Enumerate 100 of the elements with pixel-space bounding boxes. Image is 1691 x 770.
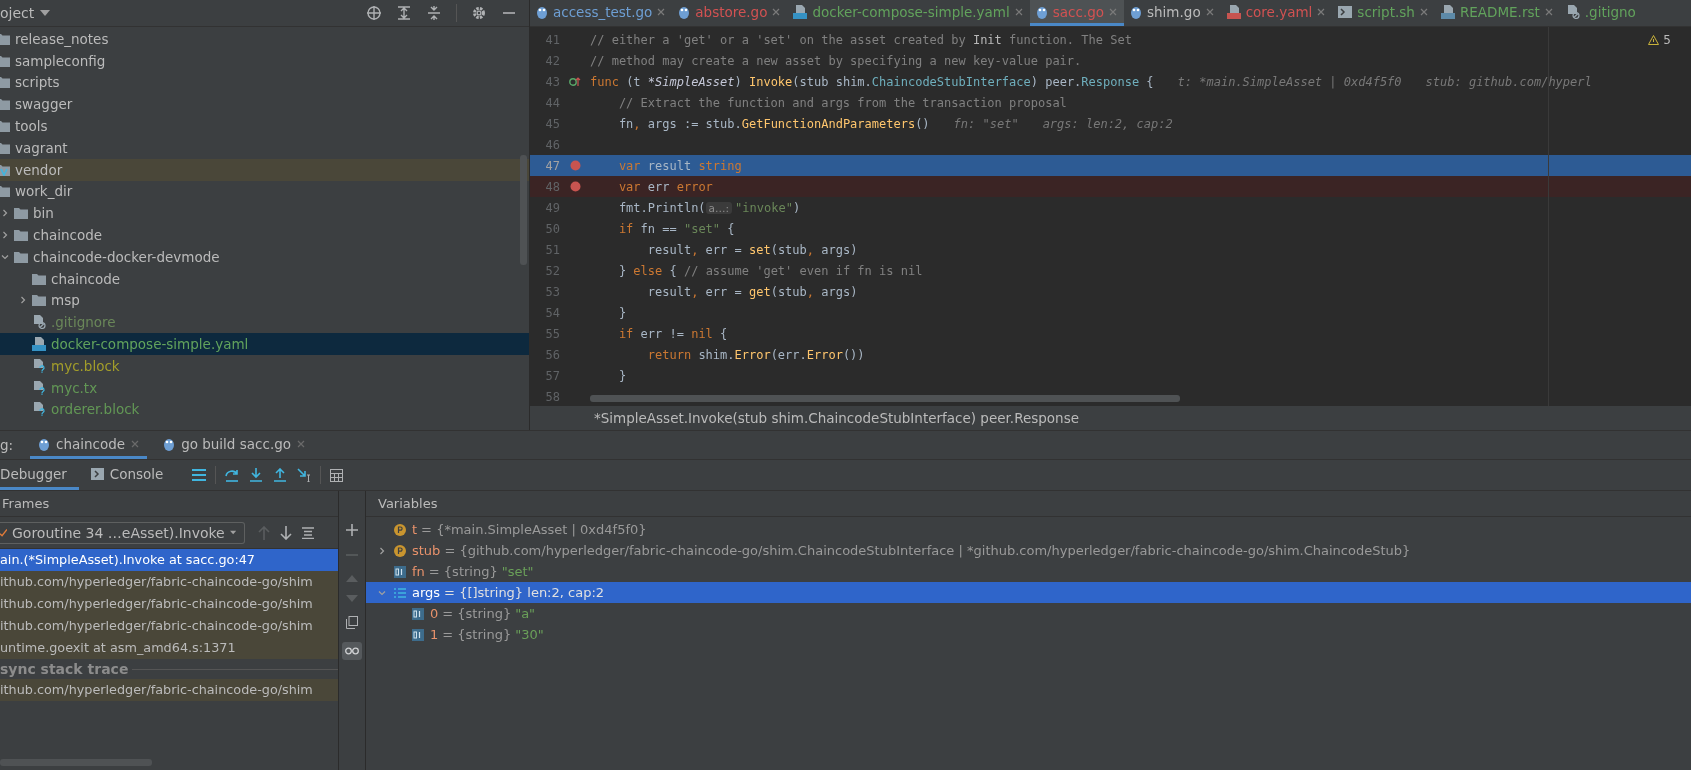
glasses-button[interactable] xyxy=(342,642,362,660)
gopher-icon xyxy=(1130,4,1143,19)
line-number: 53 xyxy=(544,284,560,299)
code-line: result, err = get(stub, args) xyxy=(646,284,858,299)
dropdown-caret-icon xyxy=(229,530,236,535)
close-icon[interactable] xyxy=(131,439,140,448)
code-line: var err error xyxy=(617,179,713,194)
tree-item[interactable]: msp xyxy=(51,292,80,309)
code-line: result, err = set(stub, args) xyxy=(646,242,858,257)
close-icon[interactable] xyxy=(1419,7,1428,16)
tree-item[interactable]: work_dir xyxy=(15,183,73,200)
folder-icon xyxy=(32,272,46,285)
step-into-icon[interactable] xyxy=(249,468,264,482)
code-line: // either a 'get' or a 'set' on the asset created by Init function. The Set xyxy=(590,32,1132,47)
tree-item[interactable]: chaincode xyxy=(51,270,121,287)
expand-all-icon[interactable] xyxy=(397,6,411,20)
session-tab[interactable]: go build sacc.go xyxy=(155,431,313,459)
chevron-down-icon[interactable] xyxy=(378,589,386,597)
tree-item[interactable]: scripts xyxy=(15,74,60,91)
settings-icon[interactable] xyxy=(472,6,486,20)
filter-icon[interactable] xyxy=(302,526,314,539)
close-icon[interactable] xyxy=(1109,7,1118,16)
close-icon[interactable] xyxy=(772,7,781,16)
add-icon[interactable] xyxy=(346,524,358,536)
code-line: return shim.Error(err.Error()) xyxy=(646,347,865,362)
tree-item[interactable]: swagger xyxy=(15,96,73,113)
calculator-icon[interactable] xyxy=(330,468,344,482)
close-icon[interactable] xyxy=(1544,7,1553,16)
chevron-right-icon[interactable] xyxy=(378,547,386,555)
tree-item[interactable]: chaincode xyxy=(33,227,103,244)
scrollbar-thumb[interactable] xyxy=(520,155,527,265)
text-file-icon xyxy=(1440,4,1455,19)
editor-tab[interactable]: README.rst xyxy=(1434,0,1560,26)
stack-frame[interactable]: ithub.com/hyperledger/fabric-chaincode-go/shim xyxy=(0,679,338,701)
tree-item[interactable]: release_notes xyxy=(15,30,109,47)
primitive-value-icon xyxy=(394,565,406,578)
close-icon[interactable] xyxy=(1205,7,1214,16)
implements-icon[interactable] xyxy=(569,76,581,87)
variable-type: = {[]string} len:2, cap:2 xyxy=(444,585,605,600)
tree-item[interactable]: chaincode-docker-devmode xyxy=(33,248,220,265)
ignored-file-icon xyxy=(32,315,46,330)
tree-item[interactable]: vendor xyxy=(15,161,63,178)
line-number: 58 xyxy=(544,389,560,404)
stack-frame[interactable]: untime.goexit at asm_amd64.s:1371 xyxy=(0,637,338,659)
folder-icon xyxy=(14,229,28,242)
editor-tab[interactable]: script.sh xyxy=(1332,0,1435,26)
close-icon[interactable] xyxy=(297,439,305,448)
gopher-icon xyxy=(536,4,548,19)
variable-value: "30" xyxy=(515,627,544,642)
tree-item[interactable]: myc.block xyxy=(51,357,120,374)
chevron-down-icon[interactable] xyxy=(1,252,9,261)
menu-icon[interactable] xyxy=(192,469,207,481)
close-icon[interactable] xyxy=(1014,7,1023,16)
line-number: 48 xyxy=(544,179,560,194)
line-number: 56 xyxy=(544,347,560,362)
section-label: sync stack trace xyxy=(0,661,129,677)
line-number: 55 xyxy=(544,326,560,341)
tree-item[interactable]: vagrant xyxy=(15,139,68,156)
dropdown-caret-icon[interactable] xyxy=(40,10,51,16)
tree-item[interactable]: bin xyxy=(33,205,54,222)
copy-icon[interactable] xyxy=(346,616,358,629)
tree-item[interactable]: sampleconfig xyxy=(15,52,106,69)
editor-tab[interactable]: docker-compose-simple.yaml xyxy=(787,0,1030,26)
line-number: 51 xyxy=(544,242,560,257)
array-icon xyxy=(394,586,406,599)
code-line: func (t *SimpleAsset) Invoke(stub shim.ChaincodeStubInterface) peer.Response { t: *main.SimpleAsset | 0xd4f5f0 stub: github.com/hyperl xyxy=(590,74,1592,89)
chevron-right-icon[interactable] xyxy=(19,296,27,305)
tree-item[interactable]: orderer.block xyxy=(51,401,140,418)
chevron-right-icon[interactable] xyxy=(1,231,9,240)
goroutine-dropdown[interactable]: Goroutine 34 …eAsset).Invoke xyxy=(0,521,245,544)
stack-frame[interactable]: ithub.com/hyperledger/fabric-chaincode-go/shim xyxy=(0,571,338,593)
arrow-down-icon[interactable] xyxy=(280,525,292,540)
editor-tab[interactable]: shim.go xyxy=(1124,0,1221,26)
run-to-cursor-icon[interactable] xyxy=(297,468,312,482)
scrollbar-thumb[interactable] xyxy=(590,395,1180,402)
close-icon[interactable] xyxy=(657,7,666,16)
tree-item[interactable]: myc.tx xyxy=(51,379,98,396)
editor-tab[interactable]: .gitigno xyxy=(1559,0,1643,26)
warning-count[interactable]: 5 xyxy=(1663,33,1671,47)
editor-tab[interactable]: access_test.go xyxy=(530,0,673,26)
step-over-icon[interactable] xyxy=(225,468,240,482)
variable-type: = {*main.SimpleAsset | 0xd4f5f0} xyxy=(421,522,647,537)
folder-v-icon xyxy=(0,163,10,176)
collapse-all-icon[interactable] xyxy=(427,6,441,20)
primitive-value-icon xyxy=(412,607,424,620)
stack-frame[interactable]: ithub.com/hyperledger/fabric-chaincode-go/shim xyxy=(0,593,338,615)
locate-icon[interactable] xyxy=(367,6,381,20)
code-line: // method may create a new asset by specifying a new key-value pair. xyxy=(590,53,1082,68)
chevron-right-icon[interactable] xyxy=(1,209,9,218)
step-out-icon[interactable] xyxy=(273,468,288,482)
breakpoint-icon[interactable] xyxy=(569,181,581,192)
view-tab[interactable]: Console xyxy=(90,460,176,490)
close-icon[interactable] xyxy=(1317,7,1326,16)
panel-title[interactable]: oject xyxy=(0,5,35,21)
session-tab[interactable]: chaincode xyxy=(30,431,148,459)
view-tab[interactable]: Debugger xyxy=(0,460,79,490)
panel-title: Variables xyxy=(378,496,438,511)
stack-frame[interactable]: ain.(*SimpleAsset).Invoke at sacc.go:47 xyxy=(0,549,338,571)
tree-item[interactable]: tools xyxy=(15,118,48,135)
stack-frame[interactable]: ithub.com/hyperledger/fabric-chaincode-go/shim xyxy=(0,615,338,637)
